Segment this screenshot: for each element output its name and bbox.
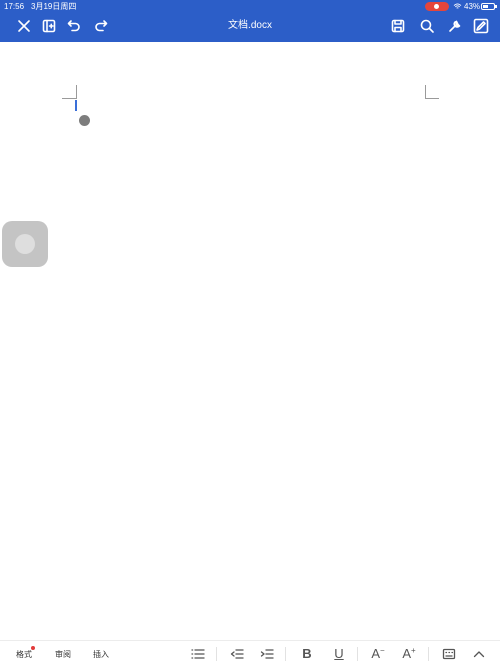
toolbar-divider — [357, 647, 358, 661]
page-margin-top-left — [62, 85, 77, 99]
tab-format[interactable]: 格式 — [16, 646, 35, 661]
bold-button[interactable]: B — [296, 645, 318, 663]
battery-icon — [481, 3, 497, 10]
font-decrease-icon: A — [371, 646, 380, 661]
increase-indent-icon — [260, 649, 274, 659]
tab-insert[interactable]: 插入 — [93, 649, 109, 661]
tools-button[interactable] — [445, 16, 465, 36]
expand-toolbar-button[interactable] — [468, 645, 490, 663]
screen-recording-icon — [425, 2, 449, 11]
assistive-touch-button[interactable] — [2, 221, 48, 267]
bullet-list-button[interactable] — [187, 645, 209, 663]
bullet-list-icon — [191, 649, 205, 659]
notification-badge — [31, 646, 35, 650]
top-toolbar: 17:56 3月19日周四 43% 文档.docx — [0, 0, 500, 42]
tab-insert-label: 插入 — [93, 650, 109, 659]
decrease-indent-button[interactable] — [226, 645, 248, 663]
undo-button[interactable] — [64, 16, 84, 36]
bold-icon: B — [302, 646, 312, 661]
underline-icon: U — [334, 646, 344, 661]
toolbar-divider — [216, 647, 217, 661]
status-date: 3月19日周四 — [31, 2, 77, 11]
close-icon — [18, 20, 30, 32]
pen-mode-button[interactable] — [471, 16, 491, 36]
search-button[interactable] — [417, 16, 437, 36]
multi-window-button[interactable] — [39, 16, 59, 36]
undo-icon — [67, 20, 80, 32]
redo-button[interactable] — [91, 16, 111, 36]
wifi-icon — [453, 3, 462, 9]
underline-button[interactable]: U — [328, 645, 350, 663]
page-margin-top-right — [425, 85, 439, 99]
search-icon — [420, 19, 434, 33]
cursor-drag-handle[interactable] — [79, 115, 90, 126]
text-cursor — [75, 100, 77, 111]
bottom-toolbar: 格式 审阅 插入 B U A − A + — [0, 640, 500, 666]
tools-icon — [449, 20, 461, 32]
increase-indent-button[interactable] — [256, 645, 278, 663]
toolbar-divider — [285, 647, 286, 661]
chevron-up-icon — [473, 651, 485, 658]
font-increase-icon: A — [402, 646, 411, 661]
save-icon — [391, 19, 405, 33]
font-increase-button[interactable]: A + — [398, 645, 420, 663]
document-title[interactable]: 文档.docx — [150, 18, 350, 34]
pen-icon — [473, 18, 489, 34]
close-button[interactable] — [14, 16, 34, 36]
toolbar-divider — [428, 647, 429, 661]
redo-icon — [95, 20, 108, 32]
status-time: 17:56 — [4, 2, 25, 11]
keyboard-icon — [442, 648, 456, 660]
word-app: 17:56 3月19日周四 43% 文档.docx 格式 审阅 插入 B U A… — [0, 0, 500, 666]
keyboard-button[interactable] — [438, 645, 460, 663]
tab-format-label: 格式 — [16, 650, 32, 659]
decrease-indent-icon — [230, 649, 244, 659]
multi-window-icon — [42, 19, 56, 33]
tab-review[interactable]: 审阅 — [55, 649, 71, 661]
save-button[interactable] — [388, 16, 408, 36]
status-bar: 17:56 3月19日周四 43% — [0, 0, 500, 13]
font-decrease-button[interactable]: A − — [367, 645, 389, 663]
tab-review-label: 审阅 — [55, 650, 71, 659]
battery-percent: 43% — [464, 2, 481, 11]
